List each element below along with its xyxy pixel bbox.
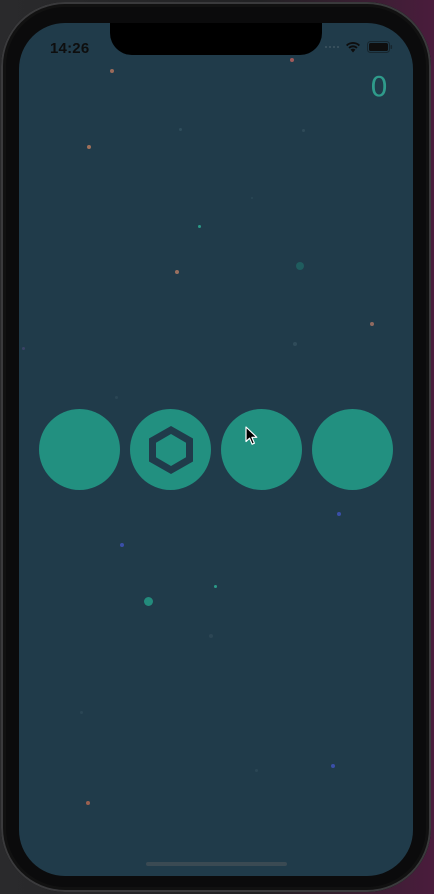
star-particle: [179, 128, 182, 131]
signal-icon: [325, 46, 339, 48]
star-particle: [302, 129, 305, 132]
star-particle: [87, 145, 91, 149]
star-particle: [22, 347, 25, 350]
star-particle: [214, 585, 217, 588]
status-icons: [325, 41, 393, 53]
device-notch: [110, 23, 322, 55]
star-particle: [255, 769, 258, 772]
star-particle: [175, 270, 179, 274]
mouse-cursor-icon: [245, 426, 258, 445]
star-particle: [115, 396, 118, 399]
star-particle: [290, 58, 294, 62]
star-particle: [337, 512, 341, 516]
star-particle: [110, 69, 114, 73]
star-particle: [370, 322, 374, 326]
star-particle: [209, 634, 213, 638]
star-particle: [144, 597, 153, 606]
star-particle: [86, 801, 90, 805]
star-particle: [120, 543, 124, 547]
score-counter: 0: [370, 70, 388, 103]
star-particle: [296, 262, 304, 270]
star-particle: [251, 197, 253, 199]
battery-icon: [367, 41, 393, 53]
game-screen[interactable]: 14:26 0: [19, 23, 413, 876]
star-particle: [293, 342, 297, 346]
star-particle: [198, 225, 201, 228]
game-circle-4[interactable]: [312, 409, 393, 490]
home-indicator[interactable]: [146, 862, 287, 866]
hexagon-icon: [148, 425, 193, 474]
game-circle-1[interactable]: [39, 409, 120, 490]
star-particle: [331, 764, 335, 768]
star-particle: [80, 711, 83, 714]
wifi-icon: [346, 42, 360, 53]
status-time: 14:26: [50, 40, 90, 57]
phone-frame: 14:26 0: [1, 2, 431, 892]
game-circle-3[interactable]: [221, 409, 302, 490]
game-circle-2[interactable]: [130, 409, 211, 490]
